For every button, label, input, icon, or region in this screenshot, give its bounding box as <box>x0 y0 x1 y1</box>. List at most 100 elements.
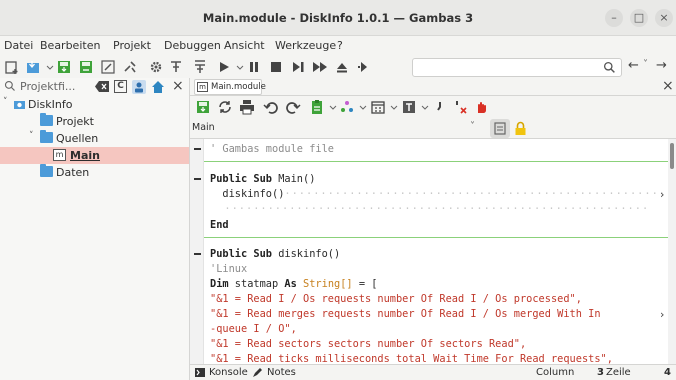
maximize-button[interactable]: □ <box>630 9 648 27</box>
fold-marker-icon[interactable] <box>194 253 201 255</box>
open-dropdown-icon[interactable] <box>42 59 54 75</box>
lock-icon[interactable] <box>514 121 527 136</box>
menu-bearbeiten[interactable]: Bearbeiten <box>40 39 100 52</box>
console-tab[interactable]: Konsole <box>209 367 248 378</box>
close-tab-icon[interactable]: × <box>662 78 674 94</box>
console-icon[interactable] <box>195 368 205 377</box>
calendar-dropdown-icon[interactable] <box>386 99 398 115</box>
step-icon[interactable] <box>290 59 306 75</box>
code-text: Main() <box>272 173 316 185</box>
save-all-icon[interactable] <box>78 59 94 75</box>
text-block-dropdown-icon[interactable] <box>417 99 429 115</box>
menu-datei[interactable]: Datei <box>4 39 33 52</box>
notes-icon[interactable] <box>252 367 263 378</box>
reload-icon[interactable] <box>217 99 233 115</box>
undo-icon[interactable] <box>263 99 279 115</box>
compile-icon[interactable] <box>122 59 138 75</box>
fold-marker-icon[interactable] <box>194 148 201 150</box>
nav-back-dropdown-icon[interactable]: ˅ <box>643 59 648 70</box>
build-icon[interactable] <box>168 59 184 75</box>
tree-item-quellen[interactable]: ˅ Quellen <box>0 130 190 147</box>
code-line: "&1 = Read I / Os requests number Of Rea… <box>210 293 582 305</box>
project-panel: Projektfi... C × ˅ DiskInfo Projekt ˅ Qu… <box>0 78 190 380</box>
scrollbar-thumb[interactable] <box>670 143 674 169</box>
menu-projekt[interactable]: Projekt <box>113 39 151 52</box>
procedure-separator <box>204 161 676 162</box>
chevron-down-icon[interactable]: ˅ <box>3 97 8 107</box>
forward-icon[interactable] <box>312 59 328 75</box>
code-keyword: Public Sub <box>210 173 272 185</box>
clipboard-icon[interactable] <box>309 99 325 115</box>
project-filter-input[interactable]: Projektfi... <box>20 80 75 93</box>
folder-icon <box>40 164 53 177</box>
notes-tab[interactable]: Notes <box>267 367 296 378</box>
calendar-icon[interactable] <box>370 99 386 115</box>
tab-main-module[interactable]: m Main.module <box>194 79 266 95</box>
editor-scrollbar[interactable] <box>668 139 676 364</box>
save-icon[interactable] <box>56 59 72 75</box>
eject-icon[interactable] <box>334 59 350 75</box>
text-block-icon[interactable] <box>401 99 417 115</box>
fold-marker-icon[interactable] <box>194 178 201 180</box>
code-line: Dim statmap As String[] = [ <box>210 278 377 290</box>
breakpoint-hand-icon[interactable] <box>473 99 489 115</box>
menu-werkzeuge[interactable]: Werkzeuge <box>275 39 336 52</box>
run-dropdown-icon[interactable] <box>232 59 244 75</box>
open-project-icon[interactable] <box>26 59 42 75</box>
home-icon[interactable] <box>151 80 165 94</box>
project-icon <box>13 98 26 111</box>
code-line-blank: ········································… <box>210 203 650 215</box>
edit-properties-icon[interactable] <box>100 59 116 75</box>
build-all-icon[interactable] <box>192 59 208 75</box>
editor-gutter <box>190 139 204 364</box>
chevron-down-icon[interactable]: ˅ <box>29 131 34 141</box>
code-line: diskinfo()······························… <box>210 188 676 200</box>
step-into-icon[interactable] <box>356 59 372 75</box>
format-dropdown-icon[interactable] <box>355 99 367 115</box>
redo-icon[interactable] <box>285 99 301 115</box>
minimize-button[interactable]: – <box>605 9 623 27</box>
menu-ansicht[interactable]: Ansicht <box>224 39 265 52</box>
tree-item-projekt[interactable]: Projekt <box>0 113 190 130</box>
tree-item-label: DiskInfo <box>28 98 73 111</box>
clipboard-dropdown-icon[interactable] <box>325 99 337 115</box>
split-view-button[interactable] <box>490 119 510 138</box>
class-view-icon[interactable]: C <box>114 80 127 93</box>
tree-item-diskinfo[interactable]: ˅ DiskInfo <box>0 96 190 113</box>
run-icon[interactable] <box>216 59 232 75</box>
clear-filter-icon[interactable] <box>95 81 109 92</box>
line-label: Zeile <box>606 367 631 378</box>
project-view-icon[interactable] <box>132 80 146 94</box>
close-panel-icon[interactable]: × <box>172 78 184 94</box>
code-line: "&1 = Read ticks milliseconds total Wait… <box>210 353 613 364</box>
tree-item-label: Quellen <box>56 132 99 145</box>
menu-debuggen[interactable]: Debuggen <box>164 39 221 52</box>
tree-item-daten[interactable]: Daten <box>0 164 190 181</box>
tab-label: Main.module <box>211 82 266 92</box>
tree-item-label: Daten <box>56 166 90 179</box>
nav-back-icon[interactable]: ← <box>628 58 639 73</box>
uncomment-icon[interactable] <box>453 99 469 115</box>
code-line: ' Gambas module file <box>210 143 334 155</box>
stop-icon[interactable] <box>268 59 284 75</box>
menu-help[interactable]: ? <box>337 39 343 52</box>
pause-icon[interactable] <box>246 59 262 75</box>
nav-forward-icon[interactable]: → <box>656 58 667 73</box>
save-icon[interactable] <box>195 99 211 115</box>
tree-item-main[interactable]: m Main <box>0 147 189 164</box>
search-input[interactable] <box>412 58 622 77</box>
settings-icon[interactable] <box>148 59 164 75</box>
folder-icon <box>40 130 53 143</box>
print-icon[interactable] <box>239 99 255 115</box>
close-window-button[interactable]: × <box>655 9 673 27</box>
new-project-icon[interactable] <box>4 59 20 75</box>
code-editor[interactable]: ' Gambas module file Public Sub Main() d… <box>190 139 676 364</box>
search-icon <box>4 80 16 92</box>
format-code-icon[interactable] <box>339 99 355 115</box>
search-icon[interactable] <box>603 61 616 74</box>
procedure-bar: Main ˅ <box>190 118 676 139</box>
quote-icon[interactable] <box>433 99 449 115</box>
window-title: Main.module - DiskInfo 1.0.1 — Gambas 3 <box>202 11 474 25</box>
chevron-down-icon[interactable]: ˅ <box>470 121 475 132</box>
procedure-select[interactable]: Main ˅ <box>190 119 484 138</box>
